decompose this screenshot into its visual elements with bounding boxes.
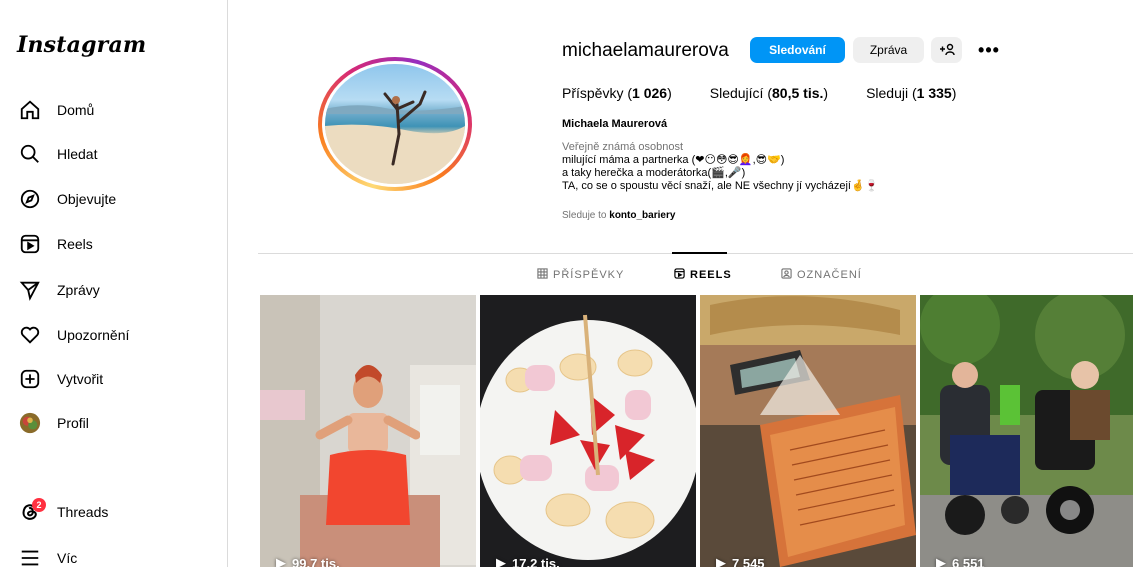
reel-thumbnail (700, 295, 916, 567)
play-icon: ▶ (936, 555, 946, 567)
profile-stats: Příspěvky (1 026) Sledující (80,5 tis.) … (562, 85, 956, 101)
active-tab-indicator (672, 252, 727, 254)
sidebar-item-label: Reels (57, 236, 93, 252)
sidebar-item-label: Upozornění (57, 327, 130, 343)
play-icon: ▶ (716, 555, 726, 567)
instagram-logo[interactable]: Instagram (17, 32, 146, 58)
reel-views: ▶ 6 551 (936, 555, 985, 567)
reel-views: ▶ 7 545 (716, 555, 765, 567)
message-button[interactable]: Zpráva (853, 37, 924, 63)
reel-thumbnail (260, 295, 476, 567)
grid-icon (537, 268, 548, 282)
tab-tagged[interactable]: OZNAČENÍ (781, 268, 862, 282)
bio-line: a taky herečka a moderátorka(🎬,🎤) (562, 167, 746, 179)
sidebar-item-home[interactable]: Domů (18, 95, 94, 125)
sidebar-item-messages[interactable]: Zprávy (18, 275, 100, 305)
sidebar-item-create[interactable]: Vytvořit (18, 364, 103, 394)
followed-by[interactable]: Sleduje to konto_bariery (562, 210, 675, 221)
add-user-icon (939, 42, 955, 59)
search-icon (18, 142, 42, 166)
sidebar-item-explore[interactable]: Objevujte (18, 184, 116, 214)
reels-icon (674, 268, 685, 282)
threads-icon: 2 (18, 498, 46, 524)
send-icon (18, 278, 42, 302)
sidebar-item-profile[interactable]: Profil (18, 408, 89, 438)
sidebar-item-label: Zprávy (57, 282, 100, 298)
reel-tile[interactable]: ▶ 17,2 tis. (480, 295, 696, 567)
reel-tile[interactable]: ▶ 7 545 (700, 295, 916, 567)
hamburger-menu-icon (18, 546, 42, 567)
tagged-icon (781, 268, 792, 282)
followed-by-user[interactable]: konto_bariery (609, 210, 675, 221)
sidebar-item-label: Hledat (57, 146, 98, 162)
reel-tile[interactable]: ▶ 99,7 tis. (260, 295, 476, 567)
profile-username: michaelamaurerova (562, 40, 729, 61)
bio-line: TA, co se o spoustu věcí snaží, ale NE v… (562, 180, 879, 192)
reels-icon (18, 232, 42, 256)
more-options-button[interactable]: ••• (974, 37, 1004, 63)
notification-badge: 2 (32, 498, 46, 512)
bio-line: milující máma a partnerka (❤😶😳😎👩‍🦰,😎🤝) (562, 154, 785, 166)
posts-count[interactable]: Příspěvky (1 026) (562, 85, 672, 101)
reel-views: ▶ 17,2 tis. (496, 555, 560, 567)
reel-thumbnail (480, 295, 696, 567)
reel-views: ▶ 99,7 tis. (276, 555, 340, 567)
sidebar-item-notifications[interactable]: Upozornění (18, 320, 129, 350)
sidebar-item-threads[interactable]: 2 Threads (18, 497, 108, 527)
sidebar-item-label: Vytvořit (57, 371, 104, 387)
home-icon (18, 98, 42, 122)
suggest-users-button[interactable] (931, 37, 962, 63)
play-icon: ▶ (496, 555, 506, 567)
plus-square-icon (18, 367, 42, 391)
following-count[interactable]: Sleduji (1 335) (866, 85, 956, 101)
profile-full-name: Michaela Maurerová (562, 118, 668, 130)
sidebar-item-label: Domů (57, 102, 95, 118)
profile-avatar-icon (18, 411, 42, 435)
compass-icon (18, 187, 42, 211)
sidebar-item-more[interactable]: Víc (18, 543, 77, 567)
profile-avatar[interactable] (318, 57, 472, 191)
followers-count[interactable]: Sledující (80,5 tis.) (710, 85, 828, 101)
heart-icon (18, 323, 42, 347)
profile-category: Veřejně známá osobnost (562, 141, 684, 153)
sidebar-item-reels[interactable]: Reels (18, 229, 93, 259)
sidebar-item-label: Profil (57, 415, 89, 431)
play-icon: ▶ (276, 555, 286, 567)
tab-reels[interactable]: REELS (674, 268, 732, 282)
sidebar-item-label: Objevujte (57, 191, 117, 207)
sidebar-item-search[interactable]: Hledat (18, 139, 97, 169)
tab-posts[interactable]: PŘÍSPĚVKY (537, 268, 624, 282)
reel-thumbnail (920, 295, 1133, 567)
profile-bio: Veřejně známá osobnost milující máma a p… (562, 141, 878, 193)
profile-photo (325, 64, 465, 184)
following-button[interactable]: Sledování (750, 37, 845, 63)
sidebar-item-label: Víc (57, 550, 78, 566)
sidebar-item-label: Threads (57, 504, 109, 520)
reel-tile[interactable]: ▶ 6 551 (920, 295, 1133, 567)
sidebar: Instagram Domů Hledat Objevujte Reels Zp… (0, 0, 228, 567)
